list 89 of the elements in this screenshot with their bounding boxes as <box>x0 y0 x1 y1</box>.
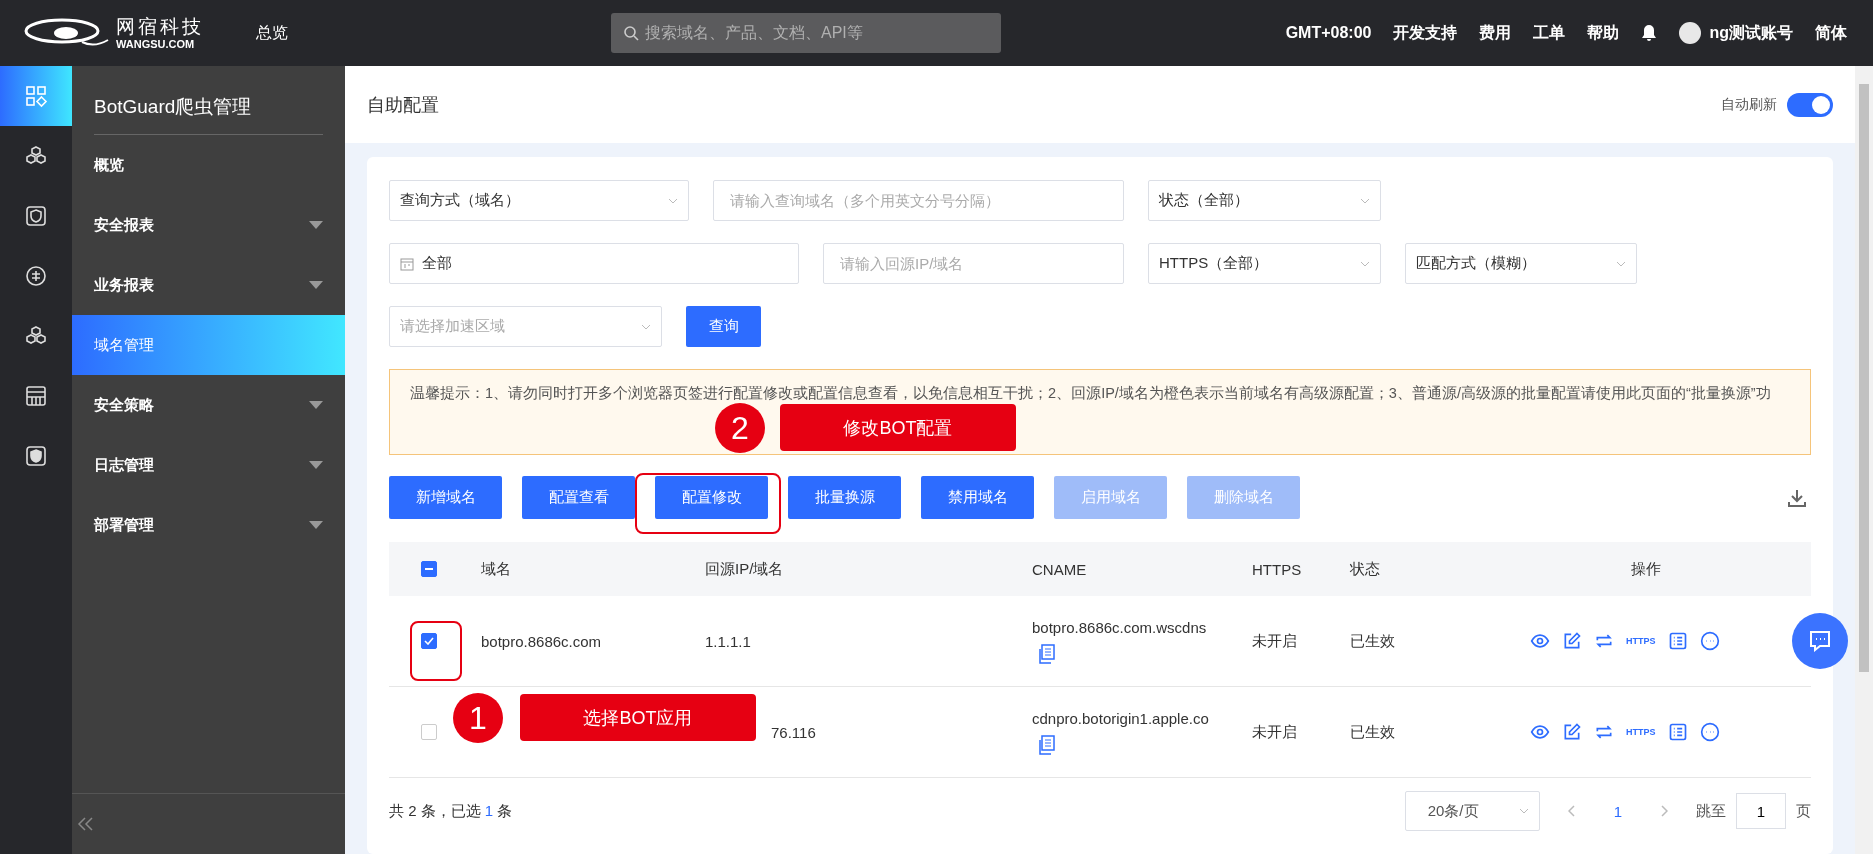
column-header: 操作 <box>1480 542 1811 596</box>
date-field[interactable]: 全部 <box>389 243 799 284</box>
callout-label: 选择BOT应用 <box>520 694 756 741</box>
top-link[interactable]: GMT+08:00 <box>1285 24 1372 42</box>
edit-icon[interactable] <box>1562 722 1582 742</box>
top-link[interactable]: 帮助 <box>1587 22 1620 44</box>
search-icon <box>623 25 639 41</box>
chat-icon <box>1808 630 1832 652</box>
more-icon[interactable] <box>1699 722 1720 742</box>
row-checkbox[interactable] <box>421 633 437 649</box>
top-link[interactable]: 开发支持 <box>1393 22 1458 44</box>
sidebar-item[interactable]: 安全策略 <box>72 375 345 435</box>
brand-name: 网宿科技 <box>116 16 204 36</box>
list-icon[interactable] <box>1667 722 1688 742</box>
highlight-outline <box>410 621 462 681</box>
nav-link[interactable]: 总览 <box>256 22 288 44</box>
action-button[interactable]: 新增域名 <box>389 476 502 519</box>
input-field[interactable]: 请输入查询域名（多个用英文分号分隔） <box>713 180 1124 221</box>
table-cell: 1.1.1.1 <box>705 632 751 650</box>
sidebar-item[interactable]: 安全报表 <box>72 195 345 255</box>
action-button[interactable]: 配置修改 <box>655 476 768 519</box>
query-button[interactable]: 查询 <box>686 306 761 347</box>
select-field[interactable]: 状态（全部） <box>1148 180 1381 221</box>
column-header: 域名 <box>471 542 695 596</box>
jump-input[interactable]: 1 <box>1736 793 1786 829</box>
eye-icon[interactable] <box>1530 722 1550 742</box>
column-header: 回源IP/域名 <box>695 542 1022 596</box>
avatar[interactable] <box>1679 22 1702 44</box>
sidebar-title: BotGuard爬虫管理 <box>93 95 253 119</box>
action-button[interactable]: 配置查看 <box>522 476 635 519</box>
sidebar-item[interactable]: 业务报表 <box>72 255 345 315</box>
action-button[interactable]: 禁用域名 <box>921 476 1034 519</box>
sidebar-item[interactable]: 域名管理 <box>72 315 345 375</box>
input-field[interactable]: 请输入回源IP/域名 <box>823 243 1124 284</box>
edit-icon[interactable] <box>1562 631 1582 651</box>
more-icon[interactable] <box>1699 631 1720 651</box>
sidebar-item[interactable]: 日志管理 <box>72 435 345 495</box>
table-cell: 已生效 <box>1350 722 1395 740</box>
shield-icon <box>24 444 48 468</box>
list-icon[interactable] <box>1667 631 1688 651</box>
select-field[interactable]: HTTPS（全部） <box>1148 243 1381 284</box>
collapse-icon[interactable] <box>76 816 96 832</box>
bell-icon[interactable] <box>1641 24 1658 42</box>
jump-unit: 页 <box>1796 801 1811 821</box>
download-icon[interactable] <box>1787 487 1807 508</box>
scrollbar-thumb[interactable] <box>1859 84 1869 672</box>
brand-domain: WANGSU.COM <box>116 38 196 50</box>
table-cell: 已生效 <box>1350 631 1395 649</box>
copy-icon[interactable] <box>1038 734 1056 755</box>
https-action[interactable]: HTTPS <box>1626 727 1656 737</box>
column-header: HTTPS <box>1242 542 1340 596</box>
select-field[interactable]: 匹配方式（模糊） <box>1405 243 1637 284</box>
row-checkbox[interactable] <box>421 724 437 740</box>
auto-refresh-label: 自动刷新 <box>1721 95 1777 114</box>
account-name[interactable]: ng测试账号 <box>1709 22 1793 44</box>
table-cell: 未开启 <box>1252 631 1297 649</box>
jump-label: 跳至 <box>1696 801 1726 821</box>
column-header: 状态 <box>1340 542 1480 596</box>
table-cell: 未开启 <box>1252 722 1297 740</box>
select-field[interactable]: 查询方式（域名） <box>389 180 689 221</box>
sidebar-item[interactable]: 部署管理 <box>72 495 345 555</box>
table-cell: botpro.8686c.com <box>481 632 602 650</box>
page-size-select[interactable]: 20条/页 <box>1404 791 1540 831</box>
coin-icon <box>24 264 48 288</box>
table-cell-text: cdnpro.botorigin1.apple.co <box>1032 709 1210 727</box>
calendar-icon <box>400 256 414 271</box>
page-title: 自助配置 <box>367 93 439 117</box>
check-icon <box>424 637 434 645</box>
column-header: CNAME <box>1022 542 1242 596</box>
shield-icon <box>24 204 48 228</box>
https-action[interactable]: HTTPS <box>1626 636 1656 646</box>
language-link[interactable]: 简体 <box>1815 22 1847 44</box>
chevron-icon <box>1518 806 1529 816</box>
eye-icon[interactable] <box>1530 631 1550 651</box>
copy-icon[interactable] <box>1038 643 1056 664</box>
table-cell-text: 76.116 <box>770 723 816 741</box>
top-link[interactable]: 工单 <box>1533 22 1566 44</box>
table-cell-text: botpro.8686c.com.wscdns <box>1032 618 1208 636</box>
callout-label: 修改BOT配置 <box>780 404 1016 451</box>
sidebar-item[interactable]: 概览 <box>72 135 345 195</box>
auto-refresh-toggle[interactable] <box>1787 92 1833 117</box>
page-button[interactable]: 1 <box>1603 802 1632 820</box>
selection-summary: 共 2 条，已选 1 条 <box>389 801 513 821</box>
action-button[interactable]: 批量换源 <box>788 476 901 519</box>
select-all-checkbox[interactable] <box>421 561 437 577</box>
search-field[interactable]: 搜索域名、产品、文档、API等 <box>611 13 1001 53</box>
table-icon <box>24 384 48 408</box>
grid-icon <box>24 84 48 108</box>
top-link[interactable]: 费用 <box>1479 22 1512 44</box>
